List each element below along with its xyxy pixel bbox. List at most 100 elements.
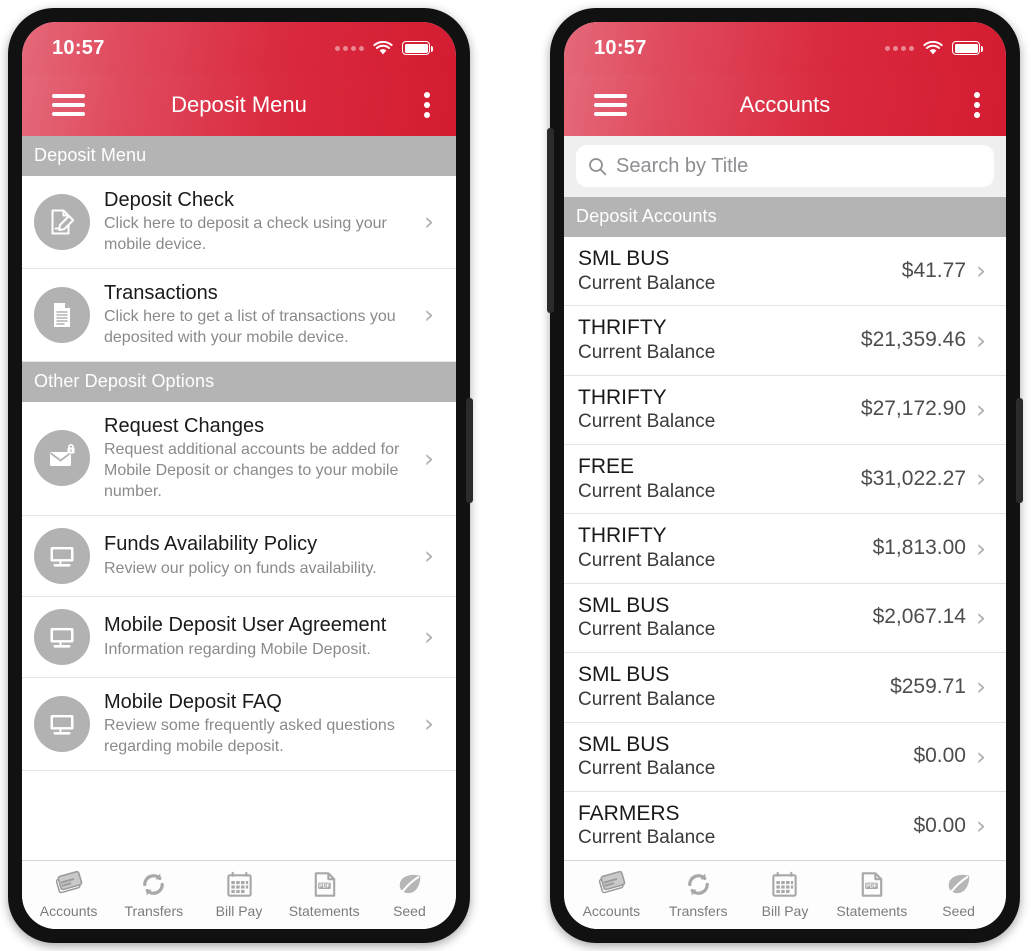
menu-item-text: Deposit Check Click here to deposit a ch…: [104, 188, 414, 256]
chevron-right-icon: ›: [976, 741, 986, 771]
menu-item-title: Transactions: [104, 281, 218, 304]
battery-full-icon: [402, 41, 433, 55]
tab-accounts[interactable]: Accounts: [26, 869, 111, 919]
status-clock: 10:57: [594, 36, 647, 59]
account-balance-amount: $27,172.90: [860, 397, 966, 421]
tab-seed[interactable]: Seed: [367, 869, 452, 919]
tab-accounts[interactable]: Accounts: [568, 869, 655, 919]
menu-item-subtitle: Request additional accounts be added for…: [104, 441, 400, 500]
account-name: SML BUS: [578, 732, 670, 756]
tab-label: Accounts: [39, 903, 98, 919]
pdf-document-icon: PDF: [314, 872, 335, 897]
monitor-icon: [34, 695, 90, 752]
menu-item-deposit-check[interactable]: Deposit Check Click here to deposit a ch…: [22, 176, 456, 269]
tab-bill-pay[interactable]: Bill Pay: [742, 869, 829, 919]
chevron-right-icon: ›: [976, 256, 986, 286]
chevron-right-icon: ›: [424, 300, 434, 330]
account-name: FREE: [578, 455, 635, 479]
table-row[interactable]: SML BUS Current Balance $2,067.14 ›: [564, 583, 1006, 654]
account-name: SML BUS: [578, 593, 670, 617]
table-row[interactable]: SML BUS Current Balance $41.77 ›: [564, 237, 1006, 307]
cards-icon: [598, 870, 626, 894]
tab-label: Statements: [288, 903, 360, 919]
account-balance-label: Current Balance: [578, 341, 716, 363]
account-name: THRIFTY: [578, 524, 667, 548]
table-row[interactable]: FARMERS Current Balance $0.00 ›: [564, 791, 1006, 860]
calendar-icon: [772, 871, 798, 897]
chevron-right-icon: ›: [976, 602, 986, 632]
tab-transfers[interactable]: Transfers: [655, 869, 742, 919]
menu-item-transactions[interactable]: Transactions Click here to get a list of…: [22, 268, 456, 362]
account-balance-label: Current Balance: [578, 688, 716, 710]
leaf-icon: [948, 874, 970, 896]
tab-transfers[interactable]: Transfers: [111, 869, 196, 919]
menu-item-title: Funds Availability Policy: [104, 533, 318, 556]
accounts-list: SML BUS Current Balance $41.77 › THRIFTY…: [564, 237, 1006, 860]
account-balance-amount: $0.00: [913, 744, 966, 768]
menu-item-request-changes[interactable]: Request Changes Request additional accou…: [22, 401, 456, 516]
chevron-right-icon: ›: [424, 709, 434, 739]
monitor-icon: [34, 527, 90, 584]
tab-label: Transfers: [124, 903, 184, 919]
wifi-icon: [373, 40, 393, 54]
account-name: SML BUS: [578, 247, 670, 270]
table-row[interactable]: THRIFTY Current Balance $1,813.00 ›: [564, 514, 1006, 584]
account-info: SML BUS Current Balance: [578, 662, 882, 711]
account-balance-amount: $1,813.00: [872, 536, 966, 560]
table-row[interactable]: SML BUS Current Balance $0.00 ›: [564, 722, 1006, 792]
power-button[interactable]: [466, 398, 473, 503]
phone-bezel: 10:57 Deposit Menu Deposit Menu Deposit …: [22, 22, 456, 929]
kebab-menu-icon[interactable]: [974, 92, 980, 118]
account-info: FREE Current Balance: [578, 454, 853, 503]
account-name: THRIFTY: [578, 316, 667, 340]
phone-device-accounts: 10:57 Accounts Search by Title Deposit A…: [547, 8, 1023, 943]
tab-seed[interactable]: Seed: [915, 869, 1002, 919]
section-header-other-deposit-options: Other Deposit Options: [22, 361, 456, 402]
tab-label: Statements: [836, 903, 908, 919]
account-balance-amount: $21,359.46: [860, 328, 966, 352]
transfers-refresh-icon: [687, 873, 709, 896]
menu-item-title: Mobile Deposit FAQ: [104, 690, 282, 713]
menu-item-text: Request Changes Request additional accou…: [104, 414, 414, 503]
hamburger-icon[interactable]: [594, 89, 627, 121]
table-row[interactable]: SML BUS Current Balance $259.71 ›: [564, 653, 1006, 723]
search-icon: [589, 157, 607, 175]
section-header-deposit-accounts: Deposit Accounts: [564, 197, 1006, 237]
account-balance-amount: $0.00: [913, 813, 966, 837]
table-row[interactable]: FREE Current Balance $31,022.27 ›: [564, 445, 1006, 515]
volume-button[interactable]: [547, 128, 554, 313]
monitor-icon: [34, 608, 90, 665]
tab-statements[interactable]: PDF Statements: [282, 869, 367, 919]
account-info: SML BUS Current Balance: [578, 246, 894, 295]
kebab-menu-icon[interactable]: [424, 92, 430, 118]
tab-statements[interactable]: PDF Statements: [828, 869, 915, 919]
calendar-icon: [226, 871, 252, 897]
status-indicators: [885, 40, 983, 56]
menu-item-mobile-deposit-faq[interactable]: Mobile Deposit FAQ Review some frequentl…: [22, 677, 456, 771]
search-box[interactable]: [576, 145, 994, 187]
signal-dots-icon: [335, 45, 364, 51]
table-row[interactable]: THRIFTY Current Balance $21,359.46 ›: [564, 306, 1006, 376]
menu-item-funds-availability-policy[interactable]: Funds Availability Policy Review our pol…: [22, 515, 456, 597]
account-balance-amount: $2,067.14: [872, 605, 966, 629]
tab-bill-pay[interactable]: Bill Pay: [196, 869, 281, 919]
tab-label: Bill Pay: [761, 903, 809, 919]
search-input[interactable]: [616, 154, 982, 178]
page-title: Deposit Menu: [171, 92, 307, 117]
transactions-list-icon: [34, 286, 90, 343]
hamburger-icon[interactable]: [52, 89, 85, 121]
chevron-right-icon: ›: [976, 672, 986, 702]
menu-item-subtitle: Review some frequently asked questions r…: [104, 717, 395, 755]
bottom-tab-bar: Accounts Transfers Bill Pay PDF Statemen…: [564, 860, 1006, 929]
cards-icon: [55, 870, 83, 894]
menu-item-subtitle: Click here to get a list of transactions…: [104, 308, 396, 347]
table-row[interactable]: THRIFTY Current Balance $27,172.90 ›: [564, 375, 1006, 446]
menu-item-text: Funds Availability Policy Review our pol…: [104, 532, 414, 579]
tab-label: Accounts: [582, 903, 641, 919]
phone-bezel: 10:57 Accounts Search by Title Deposit A…: [564, 22, 1006, 929]
phone-screen-deposit-menu: 10:57 Deposit Menu Deposit Menu Deposit …: [22, 22, 456, 929]
menu-item-mobile-deposit-user-agreement[interactable]: Mobile Deposit User Agreement Informatio…: [22, 596, 456, 678]
leaf-icon: [399, 874, 421, 896]
tab-label: Transfers: [668, 903, 728, 919]
power-button[interactable]: [1016, 398, 1023, 503]
